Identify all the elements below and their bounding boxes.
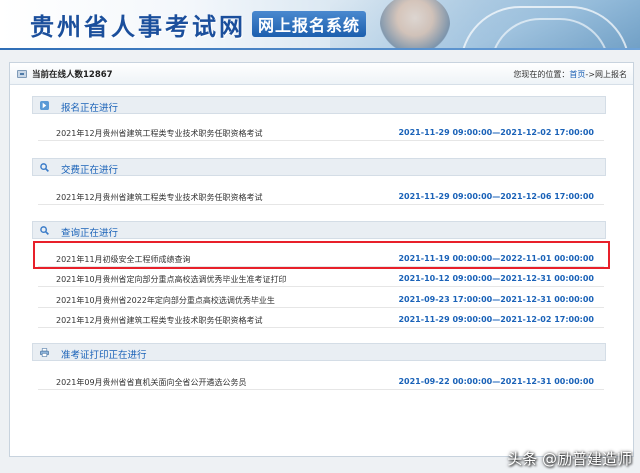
status-bar: 当前在线人数12867 您现在的位置：首页->网上报名 [10,63,633,85]
monitor-icon [17,70,27,78]
section-header-query: 查询正在进行 [32,221,606,239]
search-icon [40,163,49,172]
printer-icon [40,348,49,357]
exam-time-range: 2021-11-29 09:00:00—2021-12-06 17:00:00 [398,192,594,201]
exam-name[interactable]: 2021年12月贵州省建筑工程类专业技术职务任职资格考试 [56,192,263,203]
section-header-registration: 报名正在进行 [32,96,606,114]
exam-name[interactable]: 2021年12月贵州省建筑工程类专业技术职务任职资格考试 [56,315,263,326]
exam-name[interactable]: 2021年09月贵州省省直机关面向全省公开遴选公务员 [56,377,247,388]
exam-time-range: 2021-11-29 09:00:00—2021-12-02 17:00:00 [398,315,594,324]
banner-person-image [380,0,450,50]
list-item[interactable]: 2021年10月贵州省定向部分重点高校选调优秀毕业生准考证打印 2021-10-… [38,270,604,287]
search-icon [40,226,49,235]
watermark: 头条 @励普建造师 [507,450,632,468]
list-item[interactable]: 2021年12月贵州省建筑工程类专业技术职务任职资格考试 2021-11-29 … [38,188,604,205]
section-header-admission-print: 准考证打印正在进行 [32,343,606,361]
breadcrumb-prefix: 您现在的位置： [513,70,570,79]
breadcrumb: 您现在的位置：首页->网上报名 [513,69,627,80]
exam-time-range: 2021-09-22 00:00:00—2021-12-31 00:00:00 [398,377,594,386]
section-title: 查询正在进行 [61,228,119,239]
site-subtitle: 网上报名系统 [252,11,367,37]
section-title: 报名正在进行 [61,103,119,114]
breadcrumb-home-link[interactable]: 首页 [569,70,585,79]
site-title: 贵州省人事考试网 [30,12,246,41]
exam-name[interactable]: 2021年10月贵州省定向部分重点高校选调优秀毕业生准考证打印 [56,274,287,285]
section-title: 交费正在进行 [61,165,119,176]
list-item[interactable]: 2021年12月贵州省建筑工程类专业技术职务任职资格考试 2021-11-29 … [38,124,604,141]
arrow-right-icon [40,101,49,110]
section-title: 准考证打印正在进行 [61,350,147,361]
exam-name[interactable]: 2021年10月贵州省2022年定向部分重点高校选调优秀毕业生 [56,295,275,306]
list-item[interactable]: 2021年09月贵州省省直机关面向全省公开遴选公务员 2021-09-22 00… [38,373,604,390]
section-header-payment: 交费正在进行 [32,158,606,176]
highlight-box [33,241,610,269]
list-item[interactable]: 2021年12月贵州省建筑工程类专业技术职务任职资格考试 2021-11-29 … [38,311,604,328]
banner-divider [0,48,640,50]
breadcrumb-current: ->网上报名 [585,70,627,79]
list-item[interactable]: 2021年10月贵州省2022年定向部分重点高校选调优秀毕业生 2021-09-… [38,291,604,308]
exam-time-range: 2021-11-29 09:00:00—2021-12-02 17:00:00 [398,128,594,137]
exam-time-range: 2021-10-12 09:00:00—2021-12-31 00:00:00 [398,274,594,283]
online-count: 当前在线人数12867 [32,70,113,80]
exam-name[interactable]: 2021年12月贵州省建筑工程类专业技术职务任职资格考试 [56,128,263,139]
exam-time-range: 2021-09-23 17:00:00—2021-12-31 00:00:00 [398,295,594,304]
site-banner: 贵州省人事考试网 网上报名系统 [0,0,640,50]
